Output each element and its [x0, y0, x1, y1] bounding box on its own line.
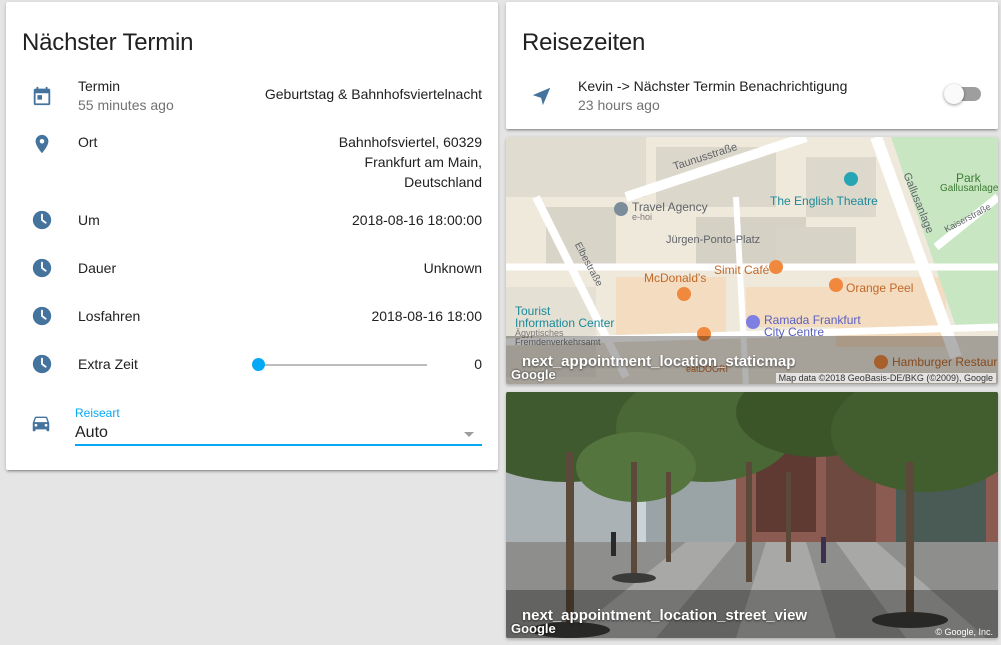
- address-line: Bahnhofsviertel, 60329: [338, 134, 482, 150]
- row-label: Termin: [78, 78, 121, 94]
- card-title: Reisezeiten: [522, 29, 646, 56]
- entity-row-dauer[interactable]: Dauer Unknown: [6, 256, 498, 280]
- map-label: e-hoi: [632, 212, 653, 222]
- travel-mode-select[interactable]: Auto: [75, 424, 108, 442]
- street-view-camera-card[interactable]: next_appointment_location_street_view Go…: [506, 392, 998, 638]
- map-attribution: Map data ©2018 GeoBasis-DE/BKG (©2009), …: [775, 373, 996, 383]
- select-underline: [75, 444, 482, 446]
- google-logo: Google: [511, 367, 556, 382]
- chevron-down-icon[interactable]: [464, 432, 474, 437]
- row-label: Extra Zeit: [78, 356, 138, 372]
- travel-times-card: Reisezeiten Kevin -> Nächster Termin Ben…: [506, 2, 998, 129]
- map-label: Orange Peel: [846, 281, 914, 295]
- row-value: Geburtstag & Bahnhofsviertelnacht: [264, 86, 482, 102]
- slider-value: 0: [474, 356, 482, 372]
- map-marker-icon: [30, 132, 54, 156]
- row-label: Um: [78, 212, 100, 228]
- clock-icon: [30, 304, 54, 328]
- clock-icon: [30, 352, 54, 376]
- map-camera-card[interactable]: Taunusstraße Gallusanlage Park Gallusanl…: [506, 137, 998, 384]
- map-label: The English Theatre: [770, 194, 878, 208]
- clock-icon: [30, 256, 54, 280]
- slider-knob[interactable]: [252, 358, 265, 371]
- address-line: Deutschland: [404, 174, 482, 190]
- map-label: Jürgen-Ponto-Platz: [666, 234, 761, 246]
- row-sublabel: 55 minutes ago: [78, 97, 174, 113]
- row-label: Kevin -> Nächster Termin Benachrichtigun…: [578, 78, 848, 94]
- row-label: Ort: [78, 134, 98, 150]
- row-sublabel: 23 hours ago: [578, 97, 660, 113]
- address-line: Frankfurt am Main,: [364, 154, 482, 170]
- entity-row-losfahren[interactable]: Losfahren 2018-08-16 18:00: [6, 304, 498, 328]
- toggle-knob[interactable]: [944, 84, 964, 104]
- entity-row-termin[interactable]: Termin 55 minutes ago Geburtstag & Bahnh…: [6, 76, 498, 116]
- map-label: Simit Café: [714, 263, 770, 277]
- map-label: McDonald's: [644, 271, 707, 285]
- calendar-icon: [30, 84, 54, 108]
- street-view-attribution: © Google, Inc.: [935, 627, 993, 637]
- camera-caption: next_appointment_location_staticmap: [522, 353, 796, 370]
- clock-icon: [30, 208, 54, 232]
- row-value: Unknown: [423, 260, 482, 276]
- car-icon: [30, 412, 54, 436]
- card-title: Nächster Termin: [22, 29, 194, 56]
- row-label: Losfahren: [78, 308, 141, 324]
- camera-caption-bar: next_appointment_location_street_view: [506, 590, 998, 638]
- google-logo: Google: [511, 621, 556, 636]
- row-value: 2018-08-16 18:00:00: [352, 212, 482, 228]
- row-value: 2018-08-16 18:00: [371, 308, 482, 324]
- camera-caption: next_appointment_location_street_view: [522, 607, 808, 624]
- travel-mode-label: Reiseart: [75, 406, 120, 420]
- entity-row-ort[interactable]: Ort Bahnhofsviertel, 60329 Frankfurt am …: [6, 132, 498, 194]
- row-label: Dauer: [78, 260, 117, 276]
- appointment-card: Nächster Termin Termin 55 minutes ago Ge…: [6, 2, 498, 470]
- map-label: Gallusanlage: [940, 183, 998, 194]
- entity-row-um[interactable]: Um 2018-08-16 18:00:00: [6, 208, 498, 232]
- send-icon: [530, 84, 554, 108]
- row-value: Bahnhofsviertel, 60329 Frankfurt am Main…: [339, 132, 482, 192]
- extra-time-slider[interactable]: [252, 358, 427, 371]
- automation-row[interactable]: Kevin -> Nächster Termin Benachrichtigun…: [506, 76, 998, 116]
